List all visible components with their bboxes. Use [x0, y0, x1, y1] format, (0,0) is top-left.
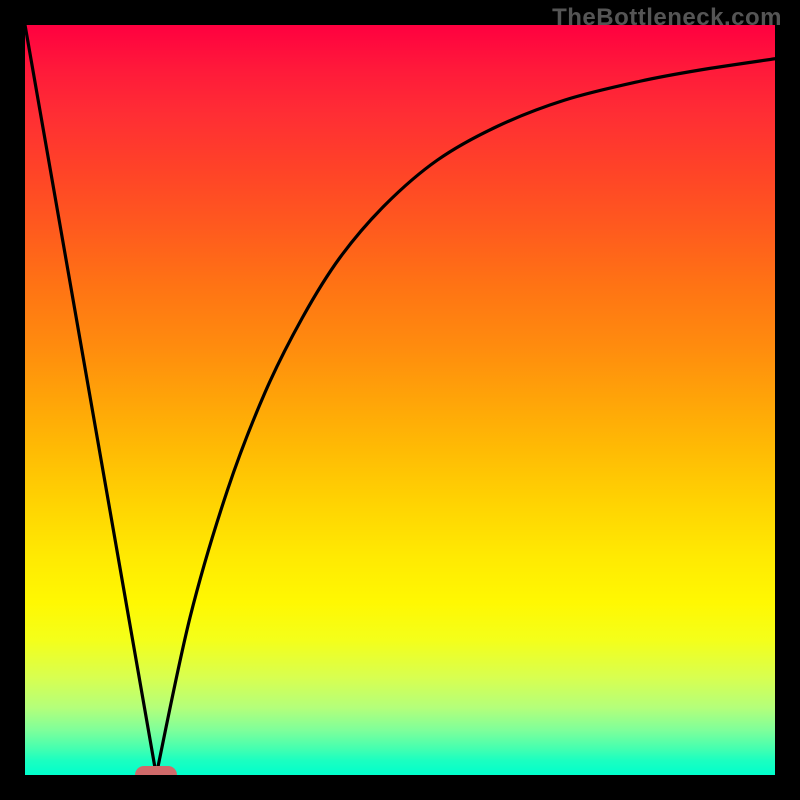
plot-area [25, 25, 775, 775]
chart-frame: TheBottleneck.com [0, 0, 800, 800]
curve-layer [25, 25, 775, 775]
right-curve-path [156, 59, 775, 775]
watermark-label: TheBottleneck.com [552, 4, 782, 32]
left-line-path [25, 25, 156, 775]
